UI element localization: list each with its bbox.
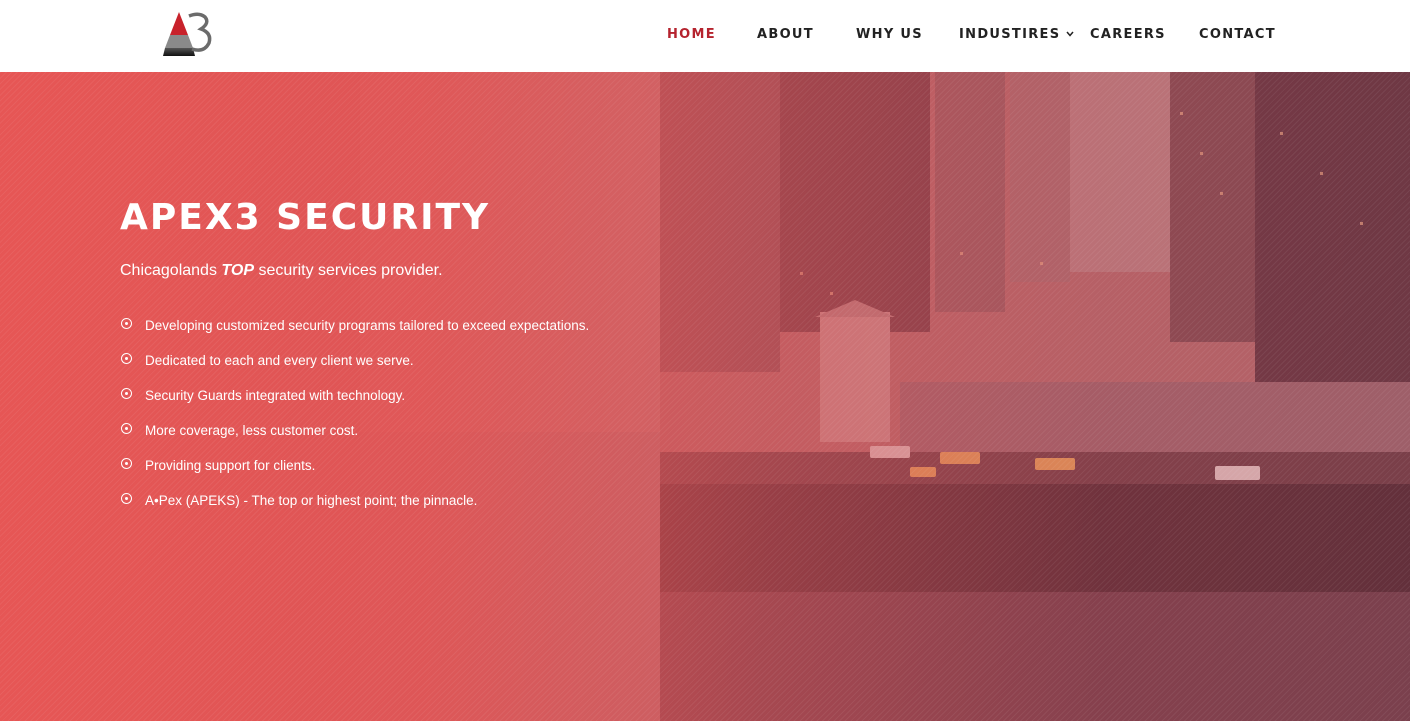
feature-item: More coverage, less customer cost. (120, 423, 589, 458)
circle-bullet-icon (121, 423, 132, 434)
feature-item: Providing support for clients. (120, 458, 589, 493)
circle-bullet-icon (121, 458, 132, 469)
feature-item: Developing customized security programs … (120, 318, 589, 353)
nav-contact[interactable]: CONTACT (1199, 27, 1276, 42)
nav-careers[interactable]: CAREERS (1090, 27, 1166, 42)
feature-list: Developing customized security programs … (120, 318, 589, 528)
circle-bullet-icon (121, 493, 132, 504)
feature-text: Developing customized security programs … (145, 318, 590, 333)
circle-bullet-icon (121, 388, 132, 399)
tagline-emphasis: TOP (221, 262, 255, 279)
main-nav: HOME ABOUT WHY US INDUSTIRES CAREERS CON… (0, 0, 1410, 72)
nav-industries[interactable]: INDUSTIRES (959, 27, 1074, 42)
hero-title: APEX3 SECURITY (120, 197, 491, 238)
feature-text: More coverage, less customer cost. (145, 423, 359, 438)
site-header: HOME ABOUT WHY US INDUSTIRES CAREERS CON… (0, 0, 1410, 72)
nav-home[interactable]: HOME (667, 27, 716, 42)
nav-industries-label: INDUSTIRES (959, 27, 1061, 42)
tagline-text-before: Chicagolands (120, 262, 222, 279)
chevron-down-icon (1066, 31, 1074, 37)
feature-item: Security Guards integrated with technolo… (120, 388, 589, 423)
circle-bullet-icon (121, 318, 132, 329)
feature-item: Dedicated to each and every client we se… (120, 353, 589, 388)
feature-item: A•Pex (APEKS) - The top or highest point… (120, 493, 589, 528)
feature-text: Providing support for clients. (145, 458, 316, 473)
feature-text: Dedicated to each and every client we se… (145, 353, 414, 368)
feature-text: A•Pex (APEKS) - The top or highest point… (145, 493, 478, 508)
hero-section: APEX3 SECURITY Chicagolands TOP security… (0, 72, 1410, 721)
feature-text: Security Guards integrated with technolo… (145, 388, 406, 403)
hero-tagline: Chicagolands TOP security services provi… (120, 262, 443, 280)
tagline-text-after: security services provider. (254, 262, 443, 279)
nav-about[interactable]: ABOUT (757, 27, 814, 42)
circle-bullet-icon (121, 353, 132, 364)
nav-why-us[interactable]: WHY US (856, 27, 923, 42)
